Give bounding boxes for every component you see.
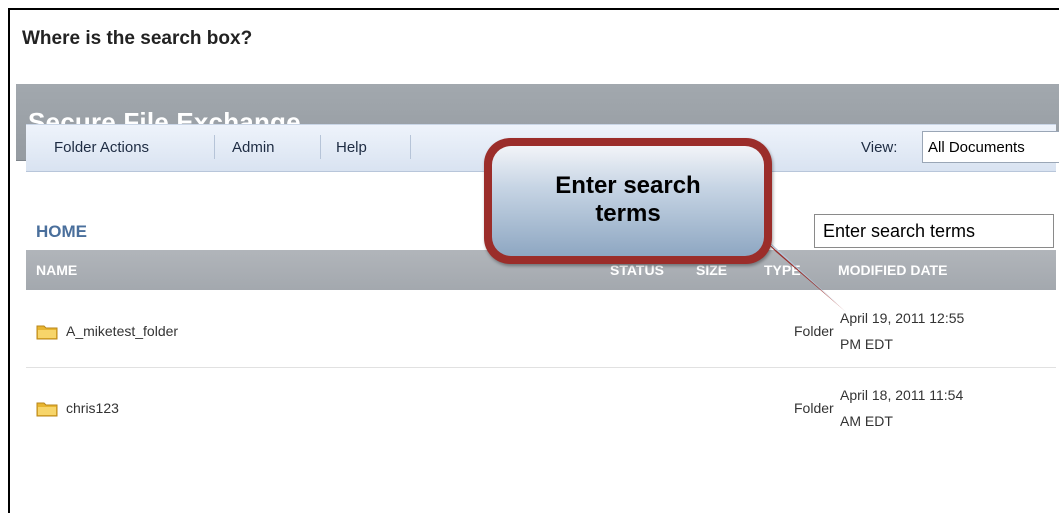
callout-text: Enter search terms [492, 172, 764, 228]
tooltip-callout: Enter search terms [484, 138, 772, 264]
callout-body: Enter search terms [492, 146, 764, 256]
callout-line: terms [595, 200, 661, 227]
callout-line: Enter search [555, 172, 701, 199]
